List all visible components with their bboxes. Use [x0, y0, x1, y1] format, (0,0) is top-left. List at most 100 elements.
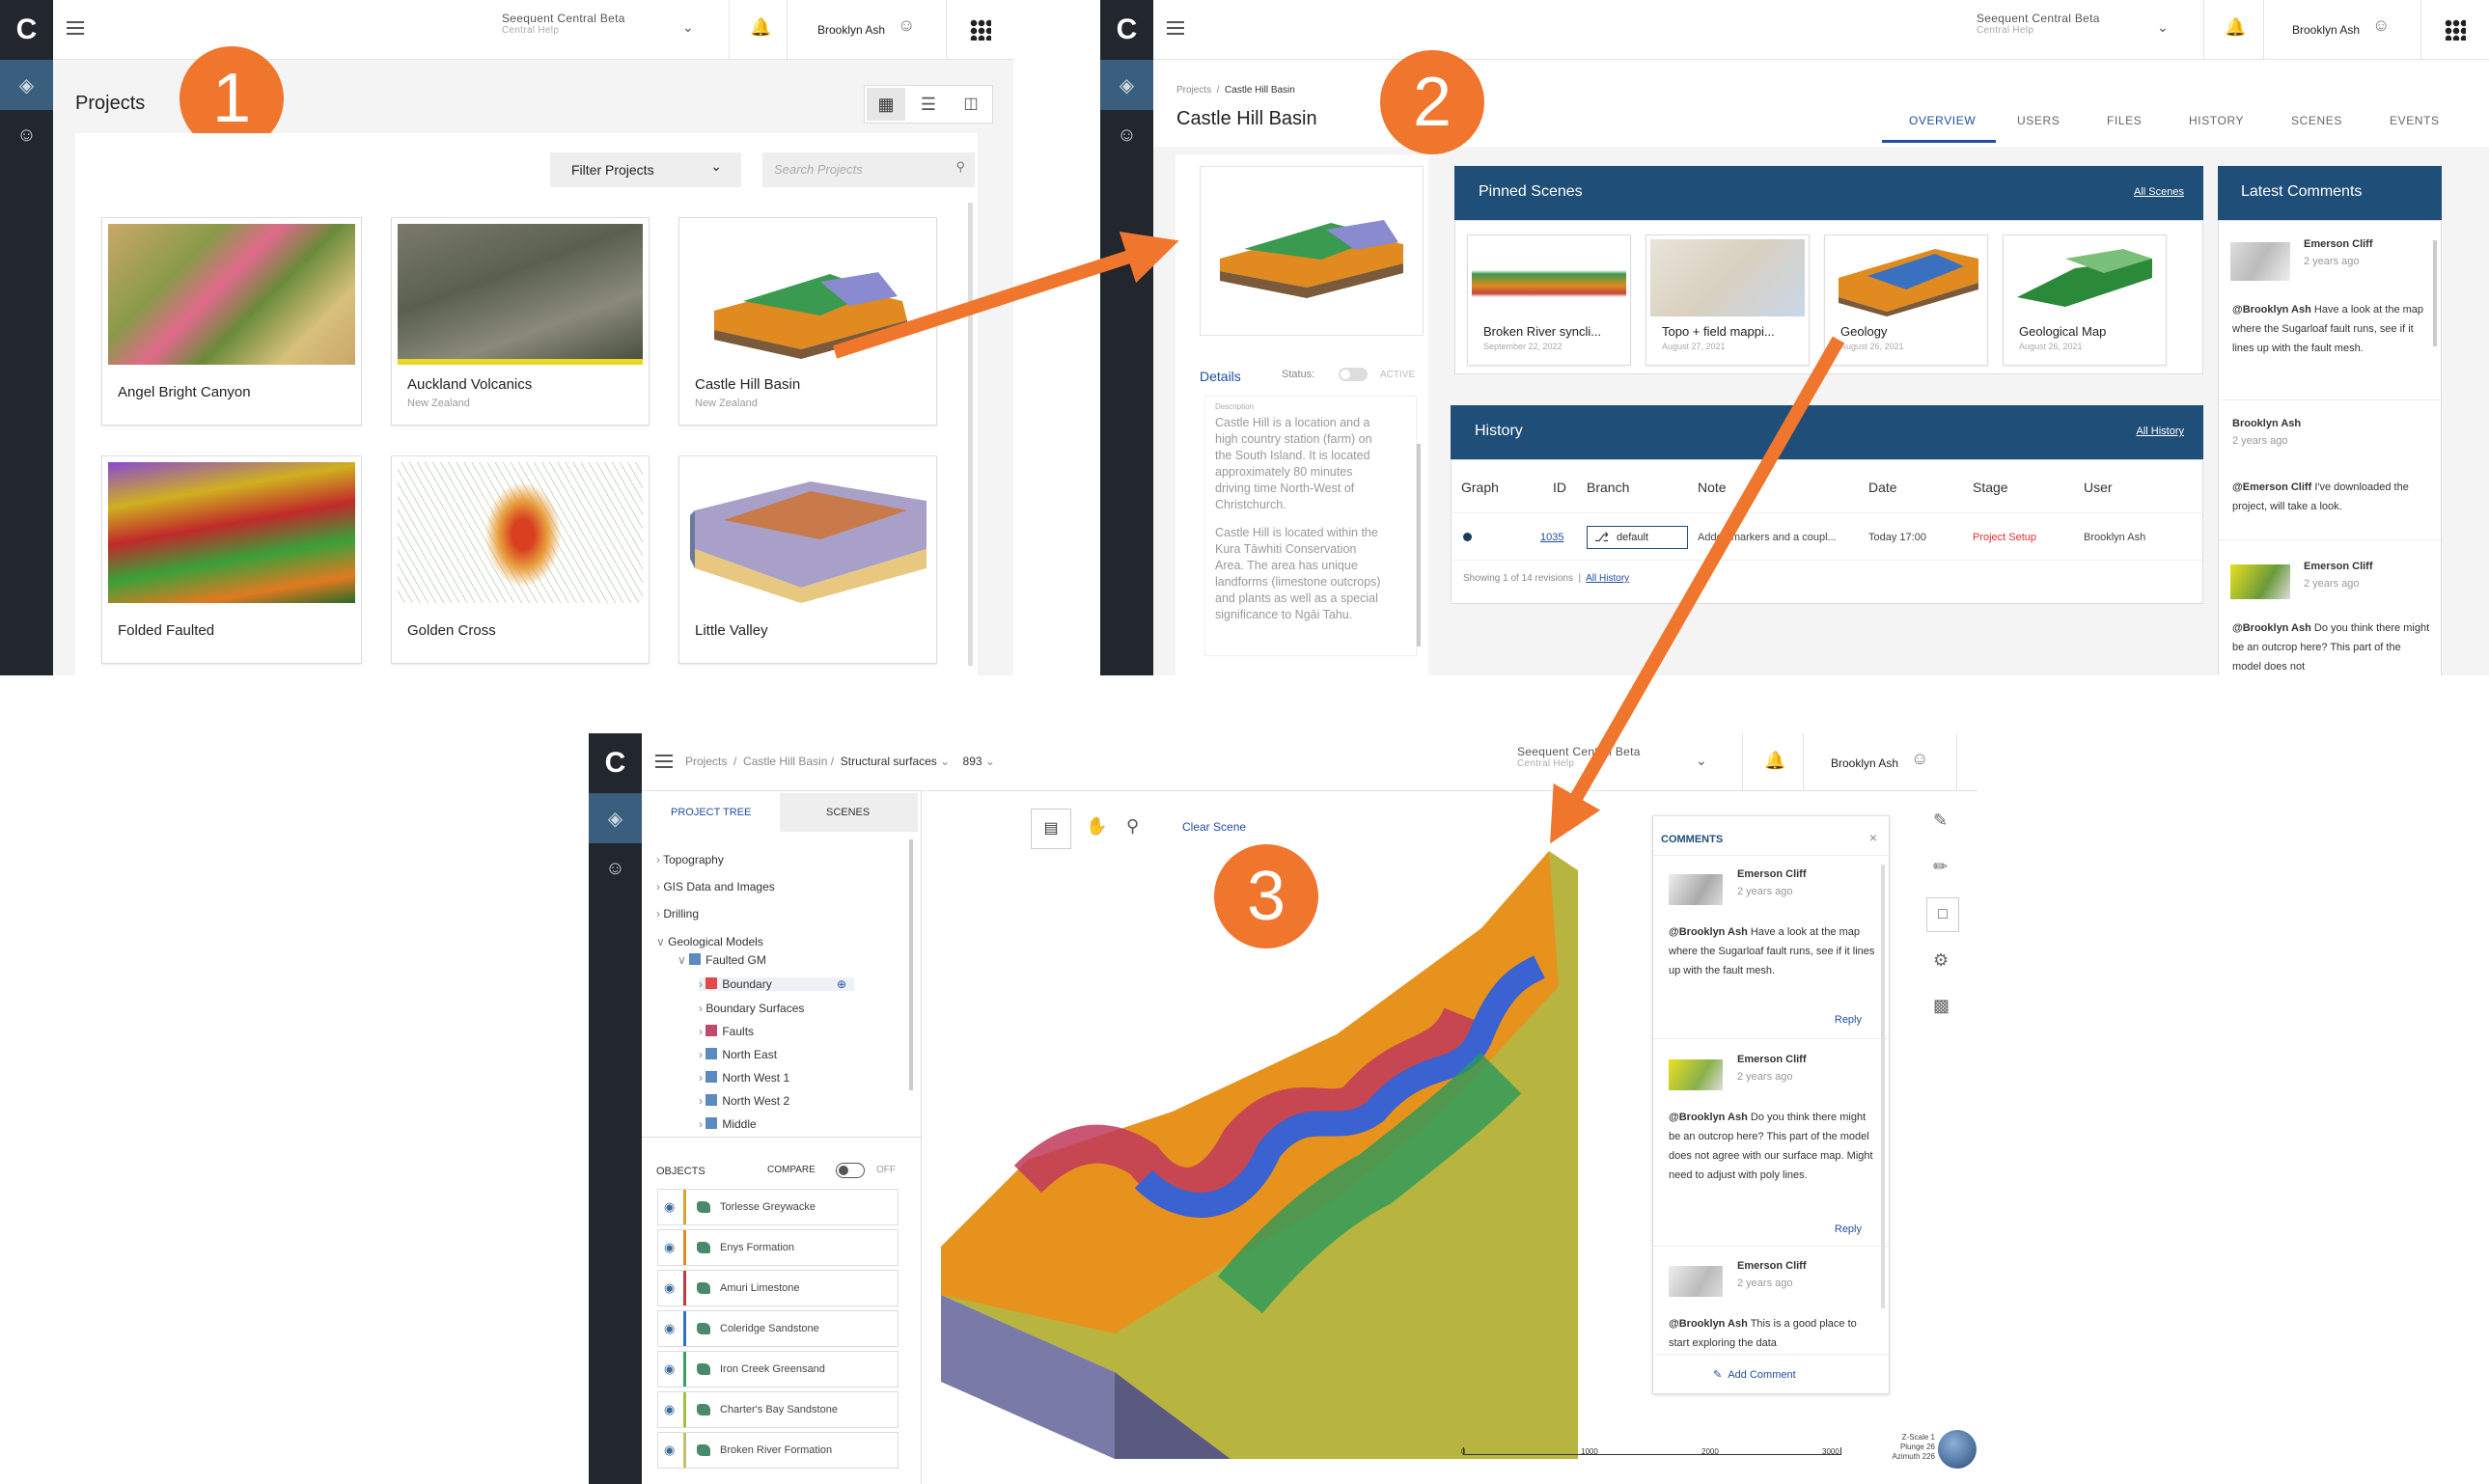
- chevron-down-icon[interactable]: ⌄: [2157, 19, 2169, 36]
- tab-project-tree[interactable]: PROJECT TREE: [642, 793, 780, 832]
- all-scenes-link[interactable]: All Scenes: [2134, 186, 2184, 198]
- tab-users[interactable]: USERS: [2017, 114, 2060, 127]
- user-icon[interactable]: ☺: [2372, 15, 2390, 36]
- tree-item[interactable]: › Boundary ⊕: [699, 977, 854, 991]
- status-toggle[interactable]: [1339, 368, 1368, 381]
- bell-icon[interactable]: 🔔: [2225, 17, 2246, 38]
- menu-icon[interactable]: [67, 21, 84, 35]
- central-logo[interactable]: C: [589, 733, 642, 793]
- object-row[interactable]: ◉ Torlesse Greywacke: [657, 1189, 899, 1225]
- chevron-down-icon[interactable]: ∨: [678, 953, 689, 967]
- org-switcher[interactable]: Seequent Central Beta Central Help: [502, 12, 625, 36]
- revision-id-link[interactable]: 1035: [1540, 532, 1563, 543]
- tab-scenes[interactable]: SCENES: [780, 793, 918, 832]
- chevron-right-icon[interactable]: ›: [699, 1048, 705, 1061]
- tab-overview[interactable]: OVERVIEW: [1909, 114, 1976, 127]
- ruler-icon[interactable]: ✏: [1933, 857, 1948, 877]
- projects-nav-icon[interactable]: ◈: [589, 793, 642, 843]
- visibility-eye-icon[interactable]: ◉: [664, 1402, 675, 1417]
- bell-icon[interactable]: 🔔: [750, 17, 771, 38]
- visibility-eye-icon[interactable]: ◉: [664, 1321, 675, 1336]
- tree-item[interactable]: › Boundary Surfaces: [699, 1002, 804, 1015]
- chevron-down-icon[interactable]: ∨: [656, 935, 668, 948]
- visibility-eye-icon[interactable]: ◉: [664, 1443, 675, 1458]
- all-history-link[interactable]: All History: [2136, 426, 2184, 437]
- list-view-icon[interactable]: ☰: [909, 88, 948, 121]
- tab-scenes[interactable]: SCENES: [2291, 114, 2342, 127]
- tab-files[interactable]: FILES: [2107, 114, 2142, 127]
- add-to-scene-icon[interactable]: ⊕: [837, 977, 846, 991]
- bell-icon[interactable]: 🔔: [1764, 751, 1785, 771]
- compare-toggle[interactable]: [836, 1163, 865, 1178]
- object-row[interactable]: ◉ Broken River Formation: [657, 1432, 899, 1469]
- add-comment-button[interactable]: ✎ Add Comment: [1713, 1368, 1796, 1381]
- projects-nav-icon[interactable]: ◈: [0, 60, 53, 110]
- tree-item[interactable]: ∨ Geological Models: [656, 935, 763, 948]
- object-row[interactable]: ◉ Amuri Limestone: [657, 1270, 899, 1306]
- breadcrumb-project[interactable]: Castle Hill Basin: [743, 755, 827, 768]
- user-name[interactable]: Brooklyn Ash: [817, 23, 885, 37]
- filter-projects-button[interactable]: Filter Projects ⌄: [550, 152, 741, 187]
- breadcrumb-scene[interactable]: Structural surfaces: [841, 755, 937, 768]
- tree-item[interactable]: › GIS Data and Images: [656, 880, 775, 893]
- user-name[interactable]: Brooklyn Ash: [1831, 756, 1898, 770]
- breadcrumb-revision[interactable]: 893: [963, 755, 982, 768]
- layers-icon[interactable]: ▤: [1031, 809, 1071, 849]
- user-icon[interactable]: ☺: [898, 15, 915, 36]
- tree-item[interactable]: › Drilling: [656, 907, 699, 921]
- draw-pen-icon[interactable]: ✎: [1933, 811, 1948, 831]
- tree-item[interactable]: ∨ Faulted GM: [678, 953, 766, 967]
- search-input[interactable]: Search Projects ⚲: [762, 152, 975, 187]
- object-row[interactable]: ◉ Iron Creek Greensand: [657, 1351, 899, 1388]
- breadcrumb-projects[interactable]: Projects: [1176, 85, 1211, 96]
- tree-item[interactable]: › Middle: [699, 1117, 757, 1131]
- org-switcher[interactable]: Seequent Central Beta Central Help: [1517, 745, 1641, 769]
- central-logo[interactable]: C: [1100, 0, 1153, 60]
- tree-item[interactable]: › North West 2: [699, 1094, 789, 1108]
- orientation-globe-icon[interactable]: [1938, 1430, 1977, 1469]
- tree-item[interactable]: › Topography: [656, 853, 724, 866]
- object-row[interactable]: ◉ Charter's Bay Sandstone: [657, 1391, 899, 1428]
- settings-gear-icon[interactable]: ⚙: [1933, 950, 1949, 971]
- apps-grid-icon[interactable]: [2445, 19, 2466, 41]
- user-icon[interactable]: ☺: [1911, 749, 1928, 769]
- panel-divider[interactable]: [642, 1137, 922, 1138]
- project-card[interactable]: Little Valley: [678, 455, 937, 664]
- comment-tool-icon[interactable]: □: [1926, 897, 1959, 932]
- pan-hand-icon[interactable]: ✋: [1086, 816, 1107, 837]
- chart-icon[interactable]: ▩: [1933, 996, 1950, 1016]
- object-row[interactable]: ◉ Enys Formation: [657, 1229, 899, 1266]
- scene-card[interactable]: Geological Map August 26, 2021: [2003, 234, 2167, 366]
- tree-item[interactable]: › North West 1: [699, 1071, 789, 1085]
- tree-item[interactable]: › Faults: [699, 1025, 754, 1038]
- chevron-right-icon[interactable]: ›: [699, 977, 705, 991]
- project-card[interactable]: Auckland Volcanics New Zealand: [391, 217, 650, 426]
- projects-nav-icon[interactable]: ◈: [1100, 60, 1153, 110]
- scene-card[interactable]: Topo + field mappi... August 27, 2021: [1646, 234, 1810, 366]
- project-card[interactable]: Angel Bright Canyon: [101, 217, 362, 426]
- chevron-down-icon[interactable]: ⌄: [940, 755, 950, 768]
- tab-history[interactable]: HISTORY: [2189, 114, 2244, 127]
- scrollbar[interactable]: [1881, 865, 1885, 1308]
- visibility-eye-icon[interactable]: ◉: [664, 1199, 675, 1215]
- reply-link[interactable]: Reply: [1835, 1223, 1862, 1235]
- chevron-right-icon[interactable]: ›: [699, 1071, 705, 1085]
- menu-icon[interactable]: [655, 755, 673, 768]
- apps-grid-icon[interactable]: [970, 19, 991, 41]
- scrollbar[interactable]: [2433, 240, 2437, 346]
- chevron-down-icon[interactable]: ⌄: [1696, 753, 1707, 769]
- chevron-down-icon[interactable]: ⌄: [682, 19, 694, 36]
- chevron-down-icon[interactable]: ⌄: [985, 755, 995, 768]
- chevron-right-icon[interactable]: ›: [699, 1094, 705, 1108]
- zoom-icon[interactable]: ⚲: [1126, 816, 1139, 837]
- scene-card[interactable]: Broken River syncli... September 22, 202…: [1467, 234, 1631, 366]
- visibility-eye-icon[interactable]: ◉: [664, 1361, 675, 1377]
- chevron-right-icon[interactable]: ›: [699, 1025, 705, 1038]
- tree-item[interactable]: › North East: [699, 1048, 777, 1061]
- breadcrumb-projects[interactable]: Projects: [685, 755, 727, 768]
- user-name[interactable]: Brooklyn Ash: [2292, 23, 2360, 37]
- project-card[interactable]: Golden Cross: [391, 455, 650, 664]
- chevron-right-icon[interactable]: ›: [699, 1117, 705, 1131]
- visibility-eye-icon[interactable]: ◉: [664, 1240, 675, 1255]
- menu-icon[interactable]: [1167, 21, 1184, 35]
